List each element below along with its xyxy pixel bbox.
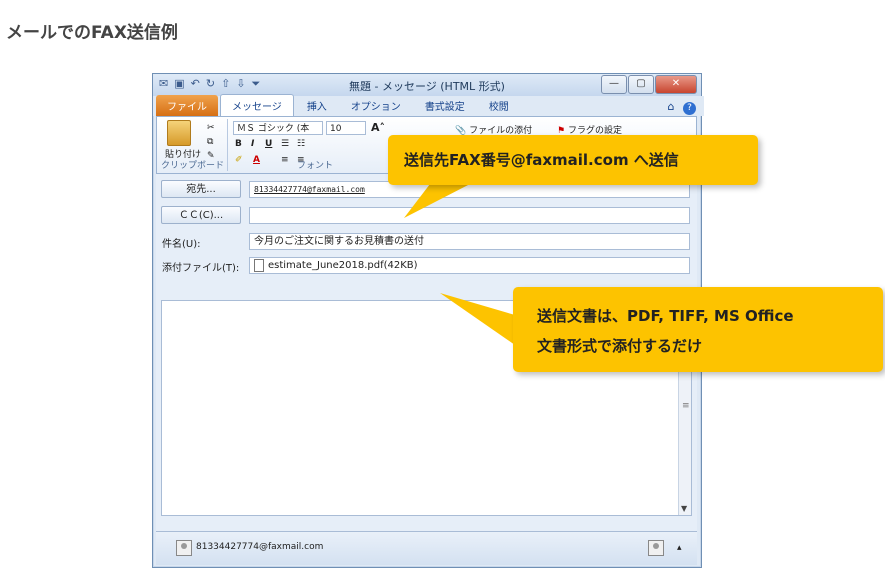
callout-pointer-to-attachment: [440, 293, 515, 345]
callout-attachment-line1: 送信文書は、PDF, TIFF, MS Office: [537, 307, 794, 325]
callout-pointer-to-field: [404, 184, 470, 218]
callout-fax-address: 送信先FAX番号@faxmail.com へ送信: [388, 135, 758, 185]
callout-attachment-line2: 文書形式で添付するだけ: [537, 337, 703, 355]
callout-attachment-info: 送信文書は、PDF, TIFF, MS Office 文書形式で添付するだけ: [513, 287, 883, 372]
